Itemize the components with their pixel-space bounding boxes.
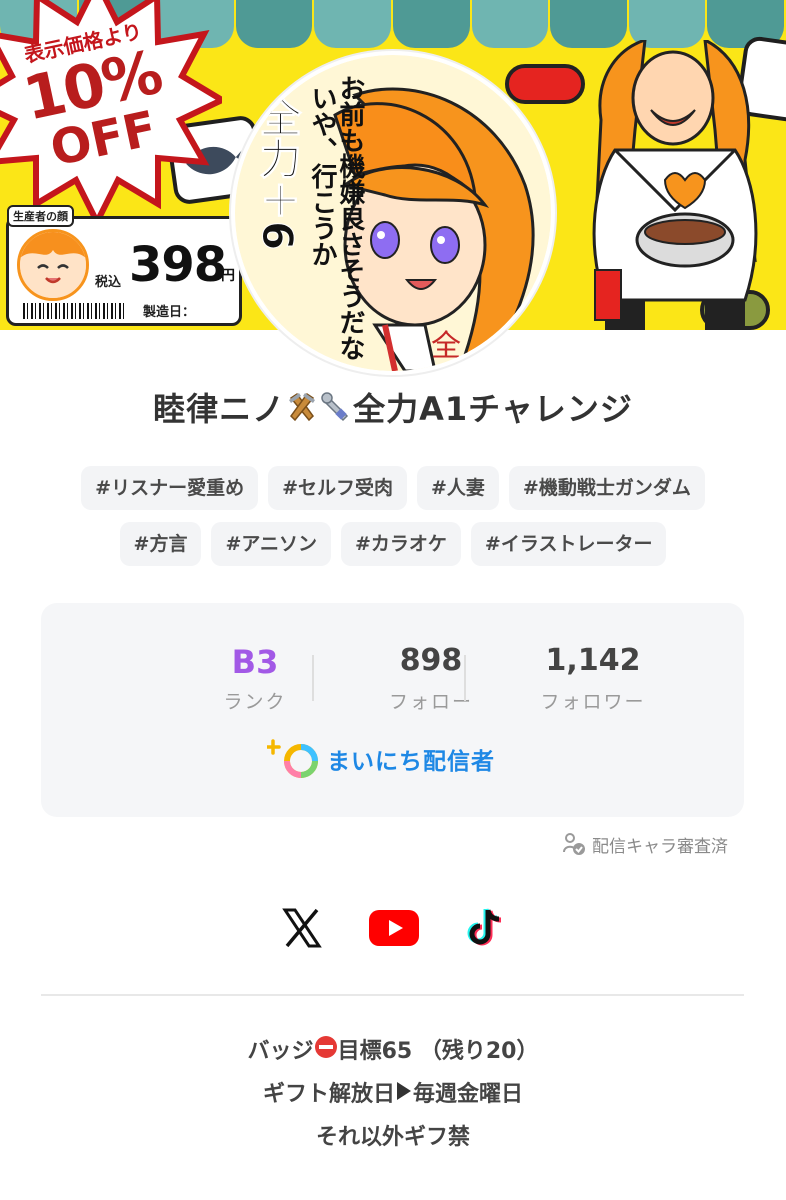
producer-label: 生産者の顔 — [7, 205, 74, 227]
tag-chip[interactable]: #機動戦士ガンダム — [508, 466, 705, 510]
avatar-caption-line2: いや、行こうか — [307, 85, 337, 267]
tiktok-link[interactable] — [458, 900, 514, 956]
follow-stat[interactable]: 898 フォロー — [356, 643, 506, 714]
youtube-icon — [369, 910, 419, 946]
tag-chip[interactable]: #人妻 — [417, 466, 499, 510]
x-link[interactable] — [274, 900, 330, 956]
follow-count: 898 — [399, 643, 463, 678]
wrench-icon — [321, 392, 351, 430]
follower-stat[interactable]: 1,142 フォロワー — [518, 643, 668, 714]
profile-avatar[interactable]: お前も機嫌良さそうだな いや、行こうか 全力＋6 全 — [231, 51, 555, 375]
verified-label: 配信キャラ審査済 — [592, 836, 728, 857]
bio-line2-prefix: ギフト解放日 — [262, 1082, 395, 1107]
tag-chip[interactable]: #方言 — [119, 522, 202, 566]
rank-value: B3 — [231, 643, 279, 681]
tag-chip[interactable]: #イラストレーター — [470, 522, 667, 566]
tiktok-icon — [467, 908, 502, 946]
manufacture-date-label: 製造日： — [143, 305, 196, 320]
barcode-icon — [23, 303, 127, 319]
daily-streamer-icon — [267, 739, 318, 778]
follower-label: フォロワー — [540, 691, 646, 713]
avatar-illustration: お前も機嫌良さそうだな いや、行こうか 全力＋6 全 — [235, 55, 551, 371]
bio-line2: ギフト解放日 毎週金曜日 — [0, 1073, 786, 1116]
profile-bio: バッジ 目標65 （残り20） ギフト解放日 毎週金曜日 それ以外ギフ禁 — [0, 1030, 786, 1159]
verified-character-icon — [563, 833, 585, 855]
youtube-link[interactable] — [366, 900, 422, 956]
section-divider — [41, 994, 744, 996]
follower-count: 1,142 — [545, 643, 641, 678]
producer-face-image — [17, 229, 89, 301]
tax-label: 税込 — [95, 275, 122, 290]
rank-label: ランク — [223, 691, 287, 713]
price-currency: 円 — [221, 268, 235, 284]
stats-card: B3 ランク 898 フォロー 1,142 フォロワー まいにち配信者 — [41, 603, 744, 817]
bio-line3: それ以外ギフ禁 — [315, 1125, 470, 1150]
profile-name-part1: 睦律ニノ — [153, 390, 286, 428]
avatar-caption-line1: お前も機嫌良さそうだな — [335, 75, 365, 361]
daily-streamer-label: まいにち配信者 — [327, 749, 495, 775]
daily-streamer-badge[interactable]: まいにち配信者 — [267, 737, 495, 781]
bio-line1: バッジ 目標65 （残り20） — [0, 1030, 786, 1073]
bio-line2-day: 毎週金曜日 — [413, 1082, 524, 1107]
price-value: 398 — [129, 237, 227, 293]
x-icon — [282, 908, 322, 948]
tag-chip[interactable]: #カラオケ — [341, 522, 461, 566]
avatar-corner-text: 全 — [431, 329, 461, 364]
tag-chip[interactable]: #リスナー愛重め — [81, 466, 259, 510]
character-illustration — [592, 40, 758, 330]
stat-divider — [464, 655, 466, 701]
avatar-caption-line3: 全力＋6 — [253, 94, 303, 251]
stat-divider — [312, 655, 314, 701]
tag-chip[interactable]: #アニソン — [211, 522, 331, 566]
profile-name: 睦律ニノ 全力A1チャレンジ — [0, 384, 786, 430]
follow-label: フォロー — [388, 691, 473, 713]
tag-chip[interactable]: #セルフ受肉 — [268, 466, 407, 510]
social-links — [274, 900, 514, 956]
bio-line1-prefix: バッジ — [247, 1039, 314, 1064]
play-arrow-icon — [395, 1074, 413, 1117]
bio-line1-goal: 目標65 （残り20） — [337, 1039, 539, 1064]
price-tag: 生産者の顔 税込 398 円 製造日： — [6, 205, 242, 326]
tag-list: #リスナー愛重め #セルフ受肉 #人妻 #機動戦士ガンダム #方言 #アニソン … — [40, 466, 746, 566]
rank-stat[interactable]: B3 ランク — [180, 643, 330, 714]
verified-badge: 配信キャラ審査済 — [562, 830, 728, 858]
profile-name-part2: 全力A1チャレンジ — [353, 390, 633, 428]
pick-hammer-icon — [287, 392, 317, 430]
badge-icon — [314, 1031, 338, 1074]
